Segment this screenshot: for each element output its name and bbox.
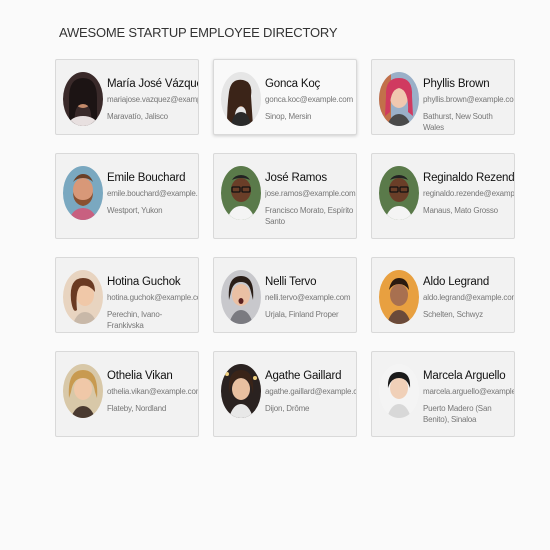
page-title: AWESOME STARTUP EMPLOYEE DIRECTORY: [59, 25, 338, 40]
avatar: [63, 364, 103, 418]
employee-card[interactable]: Othelia Vikan othelia.vikan@example.com …: [55, 351, 199, 437]
employee-location: Westport, Yukon: [107, 206, 163, 215]
avatar: [221, 72, 261, 126]
employee-email: aldo.legrand@example.com: [423, 293, 514, 302]
employee-location: Schelten, Schwyz: [423, 310, 483, 319]
avatar: [221, 270, 261, 324]
employee-name: Agathe Gaillard: [265, 370, 342, 382]
avatar: [221, 364, 261, 418]
employee-email: nelli.tervo@example.com: [265, 293, 351, 302]
employee-card[interactable]: Aldo Legrand aldo.legrand@example.com Sc…: [371, 257, 515, 333]
employee-location: Bathurst, New South Wales: [423, 112, 493, 132]
employee-name: Marcela Arguello: [423, 370, 506, 382]
employee-name: María José Vázquez: [107, 78, 199, 90]
employee-location: Dijon, Drôme: [265, 404, 310, 413]
avatar: [379, 166, 419, 220]
employee-email: gonca.koc@example.com: [265, 95, 353, 104]
avatar: [63, 270, 103, 324]
employee-location: Urjala, Finland Proper: [265, 310, 339, 319]
avatar: [63, 166, 103, 220]
employee-email: emile.bouchard@example.com: [107, 189, 198, 198]
employee-location: Francisco Morato, Espírito Santo: [265, 206, 354, 226]
employee-location: Manaus, Mato Grosso: [423, 206, 498, 215]
employee-card[interactable]: José Ramos jose.ramos@example.com Franci…: [213, 153, 357, 239]
employee-name: Hotina Guchok: [107, 276, 181, 288]
employee-name: Aldo Legrand: [423, 276, 490, 288]
employee-card[interactable]: María José Vázquez mariajose.vazquez@exa…: [55, 59, 199, 135]
employee-location: Maravatío, Jalisco: [107, 112, 168, 121]
employee-card[interactable]: Hotina Guchok hotina.guchok@example.com …: [55, 257, 199, 333]
avatar: [379, 270, 419, 324]
employee-email: marcela.arguello@example.com: [423, 387, 514, 396]
employee-email: mariajose.vazquez@example.com: [107, 95, 198, 104]
employee-card[interactable]: Emile Bouchard emile.bouchard@example.co…: [55, 153, 199, 239]
avatar: [379, 72, 419, 126]
avatar: [221, 166, 261, 220]
avatar: [379, 364, 419, 418]
employee-name: Emile Bouchard: [107, 172, 186, 184]
employee-name: Reginaldo Rezende: [423, 172, 515, 184]
employee-card[interactable]: Agathe Gaillard agathe.gaillard@example.…: [213, 351, 357, 437]
employee-name: Othelia Vikan: [107, 370, 173, 382]
avatar: [63, 72, 103, 126]
employee-location: Perechin, Ivano-Frankivska: [107, 310, 163, 330]
employee-location: Sinop, Mersin: [265, 112, 312, 121]
employee-email: hotina.guchok@example.com: [107, 293, 198, 302]
employee-location: Puerto Madero (San Benito), Sinaloa: [423, 404, 492, 424]
employee-name: José Ramos: [265, 172, 327, 184]
employee-email: reginaldo.rezende@example.com: [423, 189, 514, 198]
employee-email: jose.ramos@example.com: [265, 189, 356, 198]
employee-card[interactable]: Nelli Tervo nelli.tervo@example.com Urja…: [213, 257, 357, 333]
employee-email: phyllis.brown@example.com: [423, 95, 514, 104]
employee-name: Phyllis Brown: [423, 78, 490, 90]
employee-card[interactable]: Phyllis Brown phyllis.brown@example.com …: [371, 59, 515, 135]
employee-email: agathe.gaillard@example.com: [265, 387, 356, 396]
employee-name: Gonca Koç: [265, 78, 321, 90]
employee-name: Nelli Tervo: [265, 276, 317, 288]
employee-location: Flateby, Nordland: [107, 404, 167, 413]
employee-card[interactable]: Gonca Koç gonca.koc@example.com Sinop, M…: [213, 59, 357, 135]
employee-card[interactable]: Marcela Arguello marcela.arguello@exampl…: [371, 351, 515, 437]
employee-card[interactable]: Reginaldo Rezende reginaldo.rezende@exam…: [371, 153, 515, 239]
employee-email: othelia.vikan@example.com: [107, 387, 198, 396]
